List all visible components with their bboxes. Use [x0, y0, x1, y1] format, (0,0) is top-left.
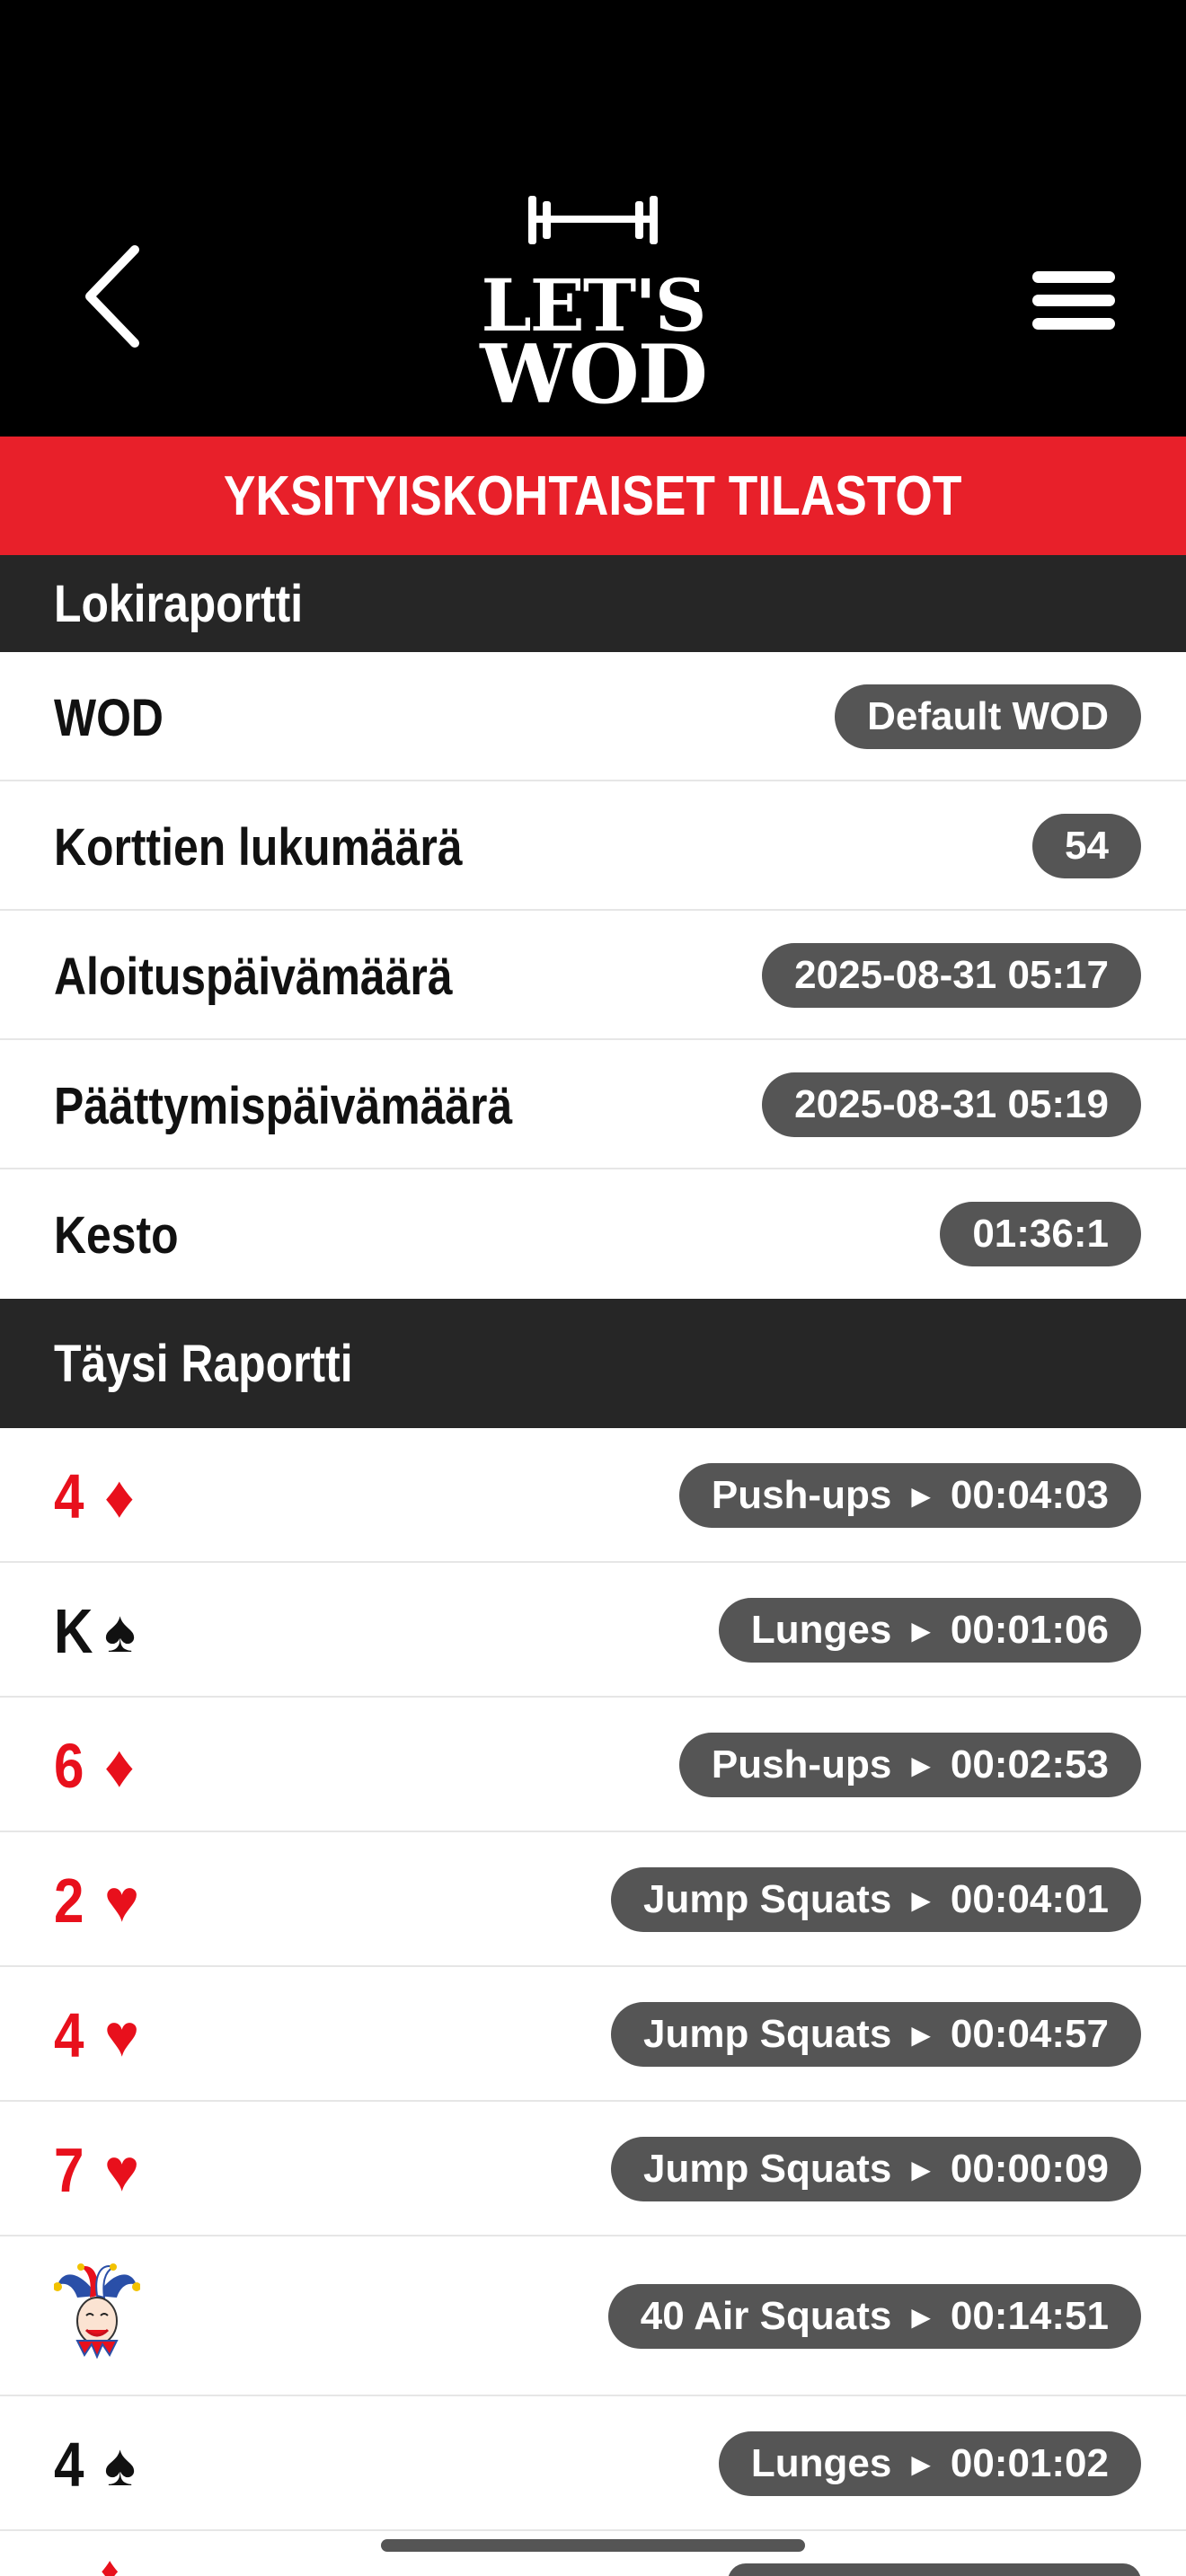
stat-row-end-date: Päättymispäivämäärä 2025-08-31 05:19 — [0, 1040, 1186, 1169]
card-label: 2 ♥ — [54, 1865, 139, 1936]
stat-row-duration: Kesto 01:36:1 — [0, 1169, 1186, 1299]
exercise-time: 00:04:01 — [950, 1877, 1109, 1921]
section-title: Lokiraportti — [54, 574, 304, 633]
exercise-name: Jump Squats — [643, 2147, 892, 2191]
stat-value-badge: 2025-08-31 05:19 — [762, 1072, 1141, 1137]
card-rank: 4 — [54, 2430, 84, 2500]
exercise-time: 00:01:02 — [950, 2441, 1109, 2485]
play-arrow-icon: ▶ — [911, 1885, 931, 1914]
page-title: YKSITYISKOHTAISET TILASTOT — [224, 464, 962, 527]
stat-label: Päättymispäivämäärä — [54, 1077, 513, 1135]
diamond-suit-icon: ♦ — [101, 2551, 119, 2576]
exercise-time: 00:01:06 — [950, 1608, 1109, 1652]
spade-suit-icon: ♠ — [104, 2431, 137, 2498]
stat-value-badge: 01:36:1 — [940, 1202, 1141, 1266]
card-row: 6 ♦ Push-ups ▶ 00:02:53 — [0, 1698, 1186, 1832]
stat-value-badge: Default WOD — [835, 684, 1141, 749]
exercise-time-badge: Lunges ▶ 00:01:06 — [718, 1598, 1141, 1663]
app-header: LET'S WOD — [0, 0, 1186, 437]
exercise-name: Push-ups — [711, 1742, 892, 1786]
exercise-name: Lunges — [750, 2441, 892, 2485]
diamond-suit-icon: ♦ — [104, 1463, 135, 1530]
play-arrow-icon: ▶ — [911, 2155, 931, 2183]
card-row: 4 ♦ Push-ups ▶ 00:04:03 — [0, 1428, 1186, 1563]
card-row-partial: ♦ — [0, 2531, 1186, 2576]
play-arrow-icon: ▶ — [911, 2449, 931, 2478]
page-title-banner: YKSITYISKOHTAISET TILASTOT — [0, 437, 1186, 555]
home-indicator[interactable] — [381, 2539, 805, 2552]
exercise-name: Jump Squats — [643, 1877, 892, 1921]
stat-row-start-date: Aloituspäivämäärä 2025-08-31 05:17 — [0, 911, 1186, 1040]
card-label: 7 ♥ — [54, 2134, 139, 2206]
card-label: 4 ♦ — [54, 1460, 135, 1532]
card-label: K ♠ — [54, 1595, 136, 1667]
stat-value-badge: 54 — [1032, 814, 1141, 878]
exercise-name: Push-ups — [711, 1473, 892, 1517]
app-screen: LET'S WOD YKSITYISKOHTAISET TILASTOT Lok… — [0, 0, 1186, 2576]
section-header-log-report: Lokiraportti — [0, 555, 1186, 652]
card-rank: 6 — [54, 1731, 84, 1801]
exercise-time-badge: Jump Squats ▶ 00:04:01 — [611, 1867, 1141, 1932]
exercise-time: 00:00:09 — [950, 2147, 1109, 2191]
play-arrow-icon: ▶ — [911, 1481, 931, 1510]
card-rank: K — [54, 1596, 93, 1666]
section-title: Täysi Raportti — [54, 1334, 353, 1393]
exercise-time-badge: Jump Squats ▶ 00:00:09 — [611, 2137, 1141, 2201]
stat-row-card-count: Korttien lukumäärä 54 — [0, 781, 1186, 911]
card-rank: 4 — [54, 1461, 84, 1531]
card-rank: 2 — [54, 1866, 84, 1936]
heart-suit-icon: ♥ — [104, 2137, 140, 2203]
back-button[interactable] — [63, 234, 162, 359]
hamburger-menu-icon — [1032, 271, 1115, 330]
logo-line-2: WOD — [480, 327, 708, 422]
spade-suit-icon: ♠ — [104, 1598, 137, 1664]
card-row: 40 Air Squats ▶ 00:14:51 — [0, 2236, 1186, 2396]
barbell-icon — [528, 196, 658, 244]
card-row: K ♠ Lunges ▶ 00:01:06 — [0, 1563, 1186, 1698]
stat-label: WOD — [54, 689, 164, 747]
exercise-time-badge: 40 Air Squats ▶ 00:14:51 — [607, 2284, 1141, 2349]
exercise-time: 00:14:51 — [950, 2294, 1109, 2338]
play-arrow-icon: ▶ — [911, 1616, 931, 1645]
stat-label: Korttien lukumäärä — [54, 818, 463, 877]
heart-suit-icon: ♥ — [104, 1867, 140, 1934]
exercise-time-badge — [728, 2563, 1141, 2576]
exercise-time-badge: Jump Squats ▶ 00:04:57 — [611, 2002, 1141, 2067]
menu-button[interactable] — [1015, 251, 1132, 350]
exercise-name: Lunges — [750, 1608, 892, 1652]
exercise-time: 00:04:57 — [950, 2012, 1109, 2056]
play-arrow-icon: ▶ — [911, 2020, 931, 2049]
exercise-time-badge: Push-ups ▶ 00:04:03 — [678, 1463, 1141, 1528]
card-row: 4 ♠ Lunges ▶ 00:01:02 — [0, 2396, 1186, 2531]
card-row: 4 ♥ Jump Squats ▶ 00:04:57 — [0, 1967, 1186, 2102]
card-row: 7 ♥ Jump Squats ▶ 00:00:09 — [0, 2102, 1186, 2236]
card-rank: 7 — [54, 2135, 84, 2205]
play-arrow-icon: ▶ — [911, 1751, 931, 1779]
exercise-time: 00:04:03 — [950, 1473, 1109, 1517]
card-row: 2 ♥ Jump Squats ▶ 00:04:01 — [0, 1832, 1186, 1967]
exercise-name: Jump Squats — [643, 2012, 892, 2056]
card-label: 4 ♥ — [54, 1999, 139, 2071]
card-label: 6 ♦ — [54, 1730, 135, 1802]
diamond-suit-icon: ♦ — [104, 1733, 135, 1799]
stat-row-wod: WOD Default WOD — [0, 652, 1186, 781]
section-header-full-report: Täysi Raportti — [0, 1299, 1186, 1428]
lets-wod-logo: LET'S WOD — [467, 180, 719, 422]
stat-label: Kesto — [54, 1206, 179, 1265]
heart-suit-icon: ♥ — [104, 2002, 140, 2069]
exercise-time-badge: Push-ups ▶ 00:02:53 — [678, 1733, 1141, 1797]
joker-icon — [54, 2263, 140, 2360]
exercise-name: 40 Air Squats — [640, 2294, 892, 2338]
card-label — [54, 2262, 140, 2360]
exercise-time: 00:02:53 — [950, 1742, 1109, 1786]
card-rank: 4 — [54, 2000, 84, 2070]
play-arrow-icon: ▶ — [911, 2302, 931, 2331]
stat-value-badge: 2025-08-31 05:17 — [762, 943, 1141, 1008]
card-label: 4 ♠ — [54, 2429, 136, 2501]
exercise-time-badge: Lunges ▶ 00:01:02 — [718, 2431, 1141, 2496]
stat-label: Aloituspäivämäärä — [54, 948, 453, 1006]
chevron-left-icon — [85, 245, 139, 348]
